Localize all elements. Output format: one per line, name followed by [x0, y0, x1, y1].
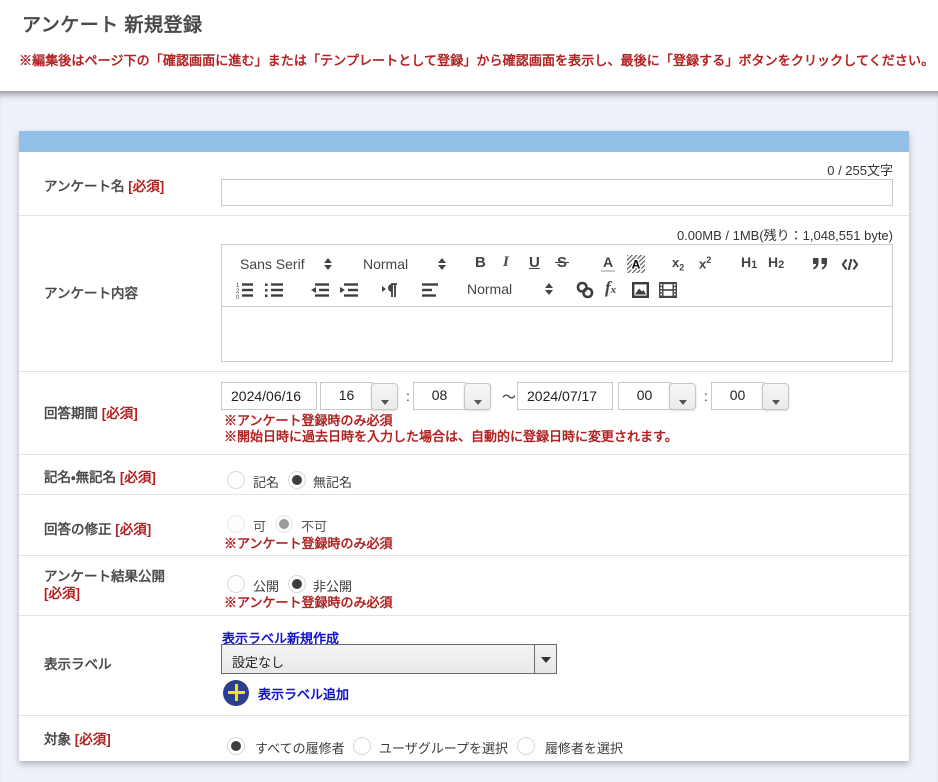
svg-text:0: 0: [236, 295, 240, 299]
svg-text:A: A: [632, 257, 641, 271]
